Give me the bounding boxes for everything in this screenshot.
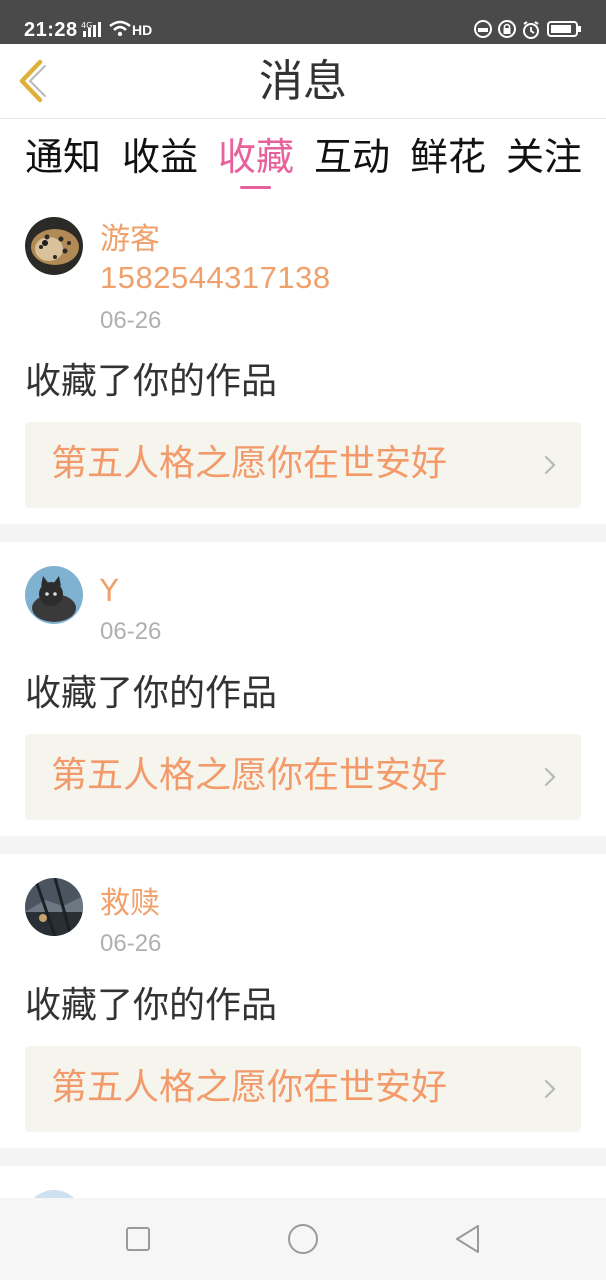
- message-date: 06-26: [100, 618, 162, 645]
- wifi-icon: [109, 20, 131, 37]
- recent-apps-button[interactable]: [121, 1222, 155, 1256]
- action-text: 收藏了你的作品: [25, 361, 278, 402]
- user-name[interactable]: 救赎: [100, 886, 160, 922]
- back-nav-button[interactable]: [451, 1222, 485, 1256]
- tab-earnings[interactable]: 收益: [122, 132, 198, 182]
- avatar[interactable]: [25, 217, 83, 275]
- work-link[interactable]: 第五人格之愿你在世安好: [25, 734, 581, 820]
- tab-interactions[interactable]: 互动: [314, 132, 390, 182]
- action-text: 收藏了你的作品: [25, 673, 278, 714]
- separator: [0, 1148, 606, 1166]
- message-card: 救赎 06-26 收藏了你的作品 第五人格之愿你在世安好: [0, 854, 606, 1148]
- status-bar: 21:28 4G HD: [0, 0, 606, 44]
- avatar[interactable]: [25, 878, 83, 936]
- avatar[interactable]: [25, 566, 83, 624]
- tab-favorites[interactable]: 收藏: [218, 132, 294, 182]
- separator: [0, 836, 606, 854]
- tab-notifications[interactable]: 通知: [25, 132, 101, 182]
- chevron-right-icon: [544, 1079, 556, 1099]
- message-card-partial: [0, 1166, 606, 1198]
- lock-icon: [498, 20, 516, 38]
- work-title: 第五人格之愿你在世安好: [51, 443, 448, 484]
- status-time: 21:28: [24, 19, 78, 41]
- battery-icon: [547, 21, 581, 37]
- user-name[interactable]: 游客: [100, 222, 160, 258]
- message-card: Y 06-26 收藏了你的作品 第五人格之愿你在世安好: [0, 542, 606, 836]
- message-card: 游客 1582544317138 06-26 收藏了你的作品 第五人格之愿你在世…: [0, 199, 606, 524]
- signal-icon: [83, 22, 101, 37]
- page-title: 消息: [259, 56, 347, 107]
- alarm-icon: [523, 21, 539, 39]
- tab-bar: 通知 收益 收藏 互动 鲜花 关注: [0, 120, 606, 198]
- tab-following[interactable]: 关注: [506, 132, 582, 182]
- work-link[interactable]: 第五人格之愿你在世安好: [25, 1046, 581, 1132]
- separator: [0, 524, 606, 542]
- vpn-icon: [474, 20, 492, 38]
- user-name[interactable]: Y: [100, 574, 118, 610]
- work-title: 第五人格之愿你在世安好: [51, 1067, 448, 1108]
- system-nav-bar: [0, 1198, 606, 1280]
- user-phone: 1582544317138: [100, 260, 331, 295]
- chevron-right-icon: [544, 767, 556, 787]
- message-date: 06-26: [100, 930, 162, 957]
- avatar[interactable]: [25, 1190, 83, 1198]
- message-date: 06-26: [100, 307, 162, 334]
- work-link[interactable]: 第五人格之愿你在世安好: [25, 422, 581, 508]
- action-text: 收藏了你的作品: [25, 985, 278, 1026]
- hd-icon: HD: [132, 22, 153, 38]
- work-title: 第五人格之愿你在世安好: [51, 755, 448, 796]
- chevron-right-icon: [544, 455, 556, 475]
- active-tab-indicator: [240, 186, 271, 189]
- home-button[interactable]: [286, 1222, 320, 1256]
- header: 消息: [0, 44, 606, 119]
- tab-flowers[interactable]: 鲜花: [410, 132, 486, 182]
